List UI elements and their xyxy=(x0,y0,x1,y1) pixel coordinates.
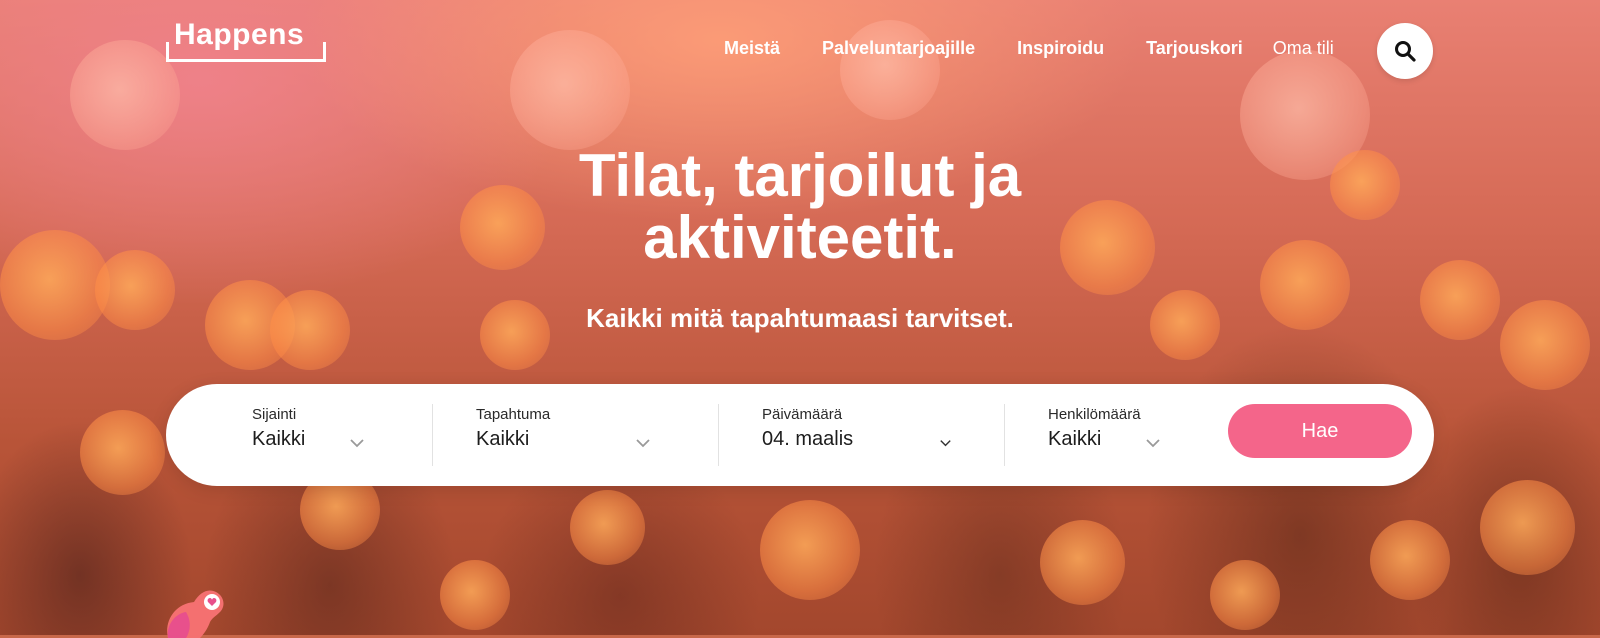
bokeh-light xyxy=(510,30,630,150)
bokeh-light xyxy=(1480,480,1575,575)
bokeh-light xyxy=(840,20,940,120)
people-count-value: Kaikki xyxy=(1048,428,1102,450)
event-type-label: Tapahtuma xyxy=(476,406,551,423)
headline-line-1: Tilat, tarjoilut ja xyxy=(578,142,1022,209)
headline-line-2: aktiviteetit. xyxy=(643,204,957,271)
nav-item-meista[interactable]: Meistä xyxy=(724,38,780,59)
bokeh-light xyxy=(570,490,645,565)
people-count-select[interactable]: Henkilömäärä Kaikki xyxy=(1048,404,1218,466)
nav-item-palveluntarjoajille[interactable]: Palveluntarjoajille xyxy=(822,38,975,59)
date-value: 04. maalis xyxy=(762,428,854,450)
field-divider xyxy=(432,404,433,466)
bokeh-light xyxy=(80,410,165,495)
location-value: Kaikki xyxy=(252,428,306,450)
mascot-icon xyxy=(167,590,224,638)
chevron-down-icon xyxy=(636,439,650,448)
bokeh-light xyxy=(440,560,510,630)
bokeh-light xyxy=(1040,520,1125,605)
chevron-down-icon xyxy=(940,440,951,447)
search-button[interactable] xyxy=(1377,23,1433,79)
event-type-value: Kaikki xyxy=(476,428,530,450)
page-subheadline: Kaikki mitä tapahtumaasi tarvitset. xyxy=(586,303,1014,333)
date-picker[interactable]: Päivämäärä 04. maalis xyxy=(762,404,972,466)
logo-bracket xyxy=(166,42,326,62)
event-type-select[interactable]: Tapahtuma Kaikki xyxy=(476,404,676,466)
date-label: Päivämäärä xyxy=(762,406,843,423)
event-search-form: Sijainti Kaikki Tapahtuma Kaikki Päivämä… xyxy=(166,384,1434,486)
page-headline: Tilat, tarjoilut ja aktiviteetit. xyxy=(0,145,1600,269)
field-divider xyxy=(1004,404,1005,466)
site-logo[interactable]: Happens xyxy=(166,18,328,62)
nav-item-oma-tili[interactable]: Oma tili xyxy=(1273,38,1334,59)
nav-item-inspiroidu[interactable]: Inspiroidu xyxy=(1017,38,1104,59)
main-nav: Meistä Palveluntarjoajille Inspiroidu Ta… xyxy=(724,38,1334,59)
search-icon xyxy=(1395,41,1416,62)
location-select[interactable]: Sijainti Kaikki xyxy=(252,404,402,466)
field-divider xyxy=(718,404,719,466)
bokeh-light xyxy=(1370,520,1450,600)
nav-item-tarjouskori[interactable]: Tarjouskori xyxy=(1146,38,1243,59)
people-count-label: Henkilömäärä xyxy=(1048,406,1141,423)
bokeh-light xyxy=(1210,560,1280,630)
bokeh-light xyxy=(70,40,180,150)
chevron-down-icon xyxy=(350,439,364,448)
bokeh-light xyxy=(760,500,860,600)
location-label: Sijainti xyxy=(252,406,297,423)
search-submit-button[interactable]: Hae xyxy=(1228,404,1412,458)
chevron-down-icon xyxy=(1146,439,1160,448)
